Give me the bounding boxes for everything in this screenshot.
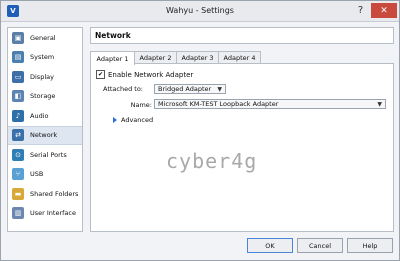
enable-adapter-checkbox[interactable]: ✔ xyxy=(96,70,105,79)
watermark: cyber4g xyxy=(166,149,258,173)
sidebar-item-label: Shared Folders xyxy=(30,189,79,198)
sidebar-item-label: Display xyxy=(30,72,54,81)
serial-ports-icon: ⊙ xyxy=(12,148,24,161)
sidebar-item-shared-folders[interactable]: ▬ Shared Folders xyxy=(8,184,82,204)
sidebar-item-system[interactable]: ▤ System xyxy=(8,48,82,68)
sidebar-item-label: Audio xyxy=(30,111,49,120)
attached-to-label: Attached to: xyxy=(102,85,143,93)
sidebar-item-label: System xyxy=(30,53,55,62)
chevron-down-icon: ▼ xyxy=(377,101,382,108)
sidebar-item-label: USB xyxy=(30,170,44,179)
sidebar-item-audio[interactable]: ♪ Audio xyxy=(8,106,82,126)
display-icon: ▭ xyxy=(12,70,24,83)
page-title: Network xyxy=(95,31,131,40)
ok-button[interactable]: OK xyxy=(247,238,293,253)
adapter-name-value: Microsoft KM-TEST Loopback Adapter xyxy=(158,100,279,108)
panel-header: Network xyxy=(90,27,394,44)
advanced-toggle[interactable]: Advanced xyxy=(113,116,153,124)
settings-sidebar: ▣ General ▤ System ▭ Display ◧ Storage ♪… xyxy=(7,27,83,232)
adapter-panel: ✔ Enable Network Adapter Attached to: Br… xyxy=(90,63,394,232)
adapter-name-select[interactable]: Microsoft KM-TEST Loopback Adapter ▼ xyxy=(154,99,386,109)
title-help-button[interactable]: ? xyxy=(353,3,368,18)
general-icon: ▣ xyxy=(12,31,24,44)
window-title: Wahyu - Settings xyxy=(166,6,234,15)
usb-icon: ⑂ xyxy=(12,168,24,181)
system-icon: ▤ xyxy=(12,51,24,64)
audio-icon: ♪ xyxy=(12,109,24,122)
close-button[interactable]: ✕ xyxy=(371,3,397,18)
enable-adapter-label: Enable Network Adapter xyxy=(108,70,194,79)
sidebar-item-general[interactable]: ▣ General xyxy=(8,28,82,48)
sidebar-item-network[interactable]: ⇄ Network xyxy=(8,125,82,145)
sidebar-item-label: Serial Ports xyxy=(30,150,67,159)
advanced-label: Advanced xyxy=(121,116,154,124)
cancel-button[interactable]: Cancel xyxy=(297,238,343,253)
enable-adapter-row[interactable]: ✔ Enable Network Adapter xyxy=(96,70,193,79)
settings-window: V Wahyu - Settings ? ✕ ▣ General ▤ Syste… xyxy=(0,0,400,261)
tab-adapter-1[interactable]: Adapter 1 xyxy=(90,51,135,65)
attached-to-select[interactable]: Bridged Adapter ▼ xyxy=(154,84,226,94)
expand-arrow-icon xyxy=(113,117,117,123)
button-bar: OK Cancel Help xyxy=(1,235,399,261)
sidebar-item-label: Network xyxy=(30,131,58,140)
sidebar-item-label: User Interface xyxy=(30,209,76,218)
user-interface-icon: ▥ xyxy=(12,207,24,220)
sidebar-item-label: General xyxy=(30,33,56,42)
sidebar-item-usb[interactable]: ⑂ USB xyxy=(8,165,82,185)
chevron-down-icon: ▼ xyxy=(217,86,222,93)
attached-to-value: Bridged Adapter xyxy=(158,85,212,93)
name-label: Name: xyxy=(130,101,152,109)
sidebar-item-display[interactable]: ▭ Display xyxy=(8,67,82,87)
help-button[interactable]: Help xyxy=(347,238,393,253)
storage-icon: ◧ xyxy=(12,90,24,103)
sidebar-item-user-interface[interactable]: ▥ User Interface xyxy=(8,204,82,224)
shared-folders-icon: ▬ xyxy=(12,187,24,200)
sidebar-item-serial-ports[interactable]: ⊙ Serial Ports xyxy=(8,145,82,165)
sidebar-item-storage[interactable]: ◧ Storage xyxy=(8,87,82,107)
network-icon: ⇄ xyxy=(12,129,24,142)
title-bar: V Wahyu - Settings ? ✕ xyxy=(1,1,399,22)
sidebar-item-label: Storage xyxy=(30,92,56,101)
